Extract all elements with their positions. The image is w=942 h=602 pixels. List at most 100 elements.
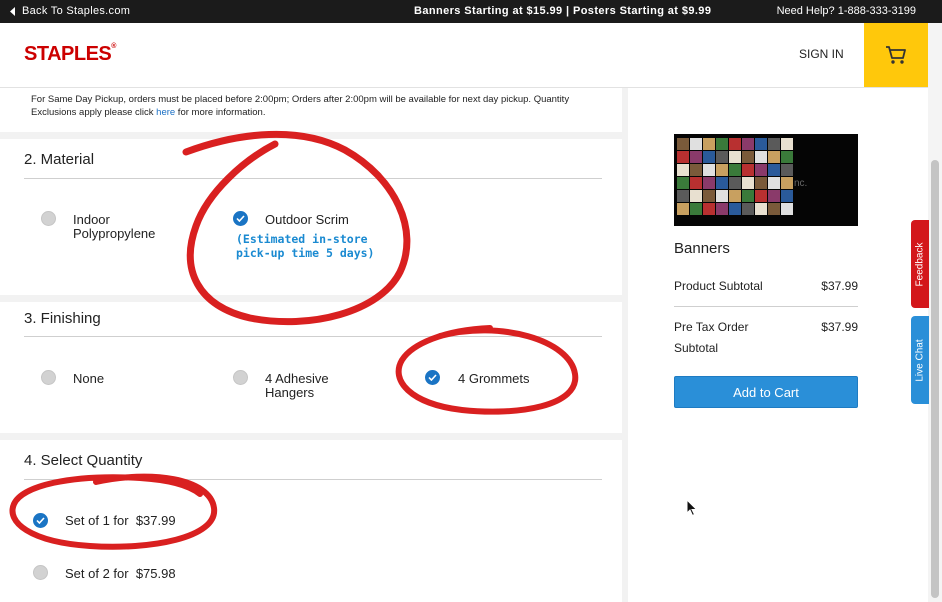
section-divider	[0, 295, 622, 302]
option-label: Outdoor Scrim	[265, 212, 349, 227]
finishing-section-title: 3. Finishing	[24, 310, 101, 327]
radio-checked[interactable]	[425, 370, 440, 385]
preview-tile	[703, 177, 715, 189]
option-label: 4 Adhesive Hangers	[265, 371, 329, 400]
preview-tile	[755, 177, 767, 189]
preview-tile	[716, 203, 728, 215]
preview-tile-grid	[677, 138, 793, 215]
notice-here-link[interactable]: here	[156, 107, 175, 118]
summary-rule	[674, 306, 858, 307]
section-rule	[24, 336, 602, 337]
preview-tile	[690, 190, 702, 202]
scrollbar-thumb[interactable]	[931, 160, 939, 598]
preview-tile	[729, 177, 741, 189]
back-to-staples-link[interactable]: Back To Staples.com	[10, 5, 130, 17]
feedback-label: Feedback	[914, 242, 926, 286]
preview-tile	[716, 190, 728, 202]
preview-tile	[729, 164, 741, 176]
preview-tile	[716, 138, 728, 150]
staples-logo[interactable]: STAPLES®	[24, 43, 116, 66]
preview-tile	[768, 164, 780, 176]
help-phone: Need Help? 1-888-333-3199	[776, 5, 916, 17]
option-label: Set of 1 for $37.99	[65, 513, 176, 528]
row-value: $37.99	[821, 279, 858, 293]
chevron-left-icon	[10, 6, 15, 16]
preview-tile	[742, 151, 754, 163]
preview-tile	[768, 151, 780, 163]
radio-checked[interactable]	[33, 513, 48, 528]
pickup-time-note: (Estimated in-store pick-up time 5 days)	[236, 232, 375, 260]
back-link-label: Back To Staples.com	[22, 5, 131, 17]
preview-faded-text: nc.	[794, 178, 808, 189]
preview-tile	[690, 203, 702, 215]
live-chat-label: Live Chat	[914, 338, 926, 382]
preview-tile	[781, 177, 793, 189]
preview-tile	[703, 164, 715, 176]
preview-tile	[742, 164, 754, 176]
preview-tile	[729, 203, 741, 215]
radio-unchecked[interactable]	[41, 211, 56, 226]
sign-in-link[interactable]: SIGN IN	[799, 47, 844, 61]
preview-tile	[742, 203, 754, 215]
product-subtotal-row: Product Subtotal $37.99	[674, 279, 858, 293]
preview-tile	[690, 177, 702, 189]
preview-tile	[716, 151, 728, 163]
preview-tile	[729, 190, 741, 202]
trademark-mark: ®	[111, 43, 116, 50]
preview-tile	[703, 151, 715, 163]
preview-tile	[781, 151, 793, 163]
preview-tile	[703, 190, 715, 202]
section-divider	[0, 132, 622, 139]
preview-tile	[755, 203, 767, 215]
preview-tile	[716, 177, 728, 189]
preview-tile	[742, 177, 754, 189]
preview-tile	[716, 164, 728, 176]
section-divider	[0, 433, 622, 440]
preview-tile	[677, 138, 689, 150]
preview-tile	[768, 177, 780, 189]
radio-unchecked[interactable]	[33, 565, 48, 580]
checkmark-icon	[428, 374, 437, 381]
radio-unchecked[interactable]	[41, 370, 56, 385]
page-scrollbar[interactable]	[928, 23, 942, 602]
preview-tile	[755, 151, 767, 163]
preview-tile	[768, 190, 780, 202]
live-chat-tab[interactable]: Live Chat	[911, 316, 929, 404]
preview-tile	[703, 203, 715, 215]
preview-tile	[742, 138, 754, 150]
option-label: None	[73, 371, 105, 386]
preview-tile	[729, 151, 741, 163]
order-summary-panel: nc. Banners Product Subtotal $37.99 Pre …	[628, 88, 928, 602]
quantity-section-title: 4. Select Quantity	[24, 452, 143, 469]
cart-button[interactable]	[864, 23, 928, 87]
material-section-title: 2. Material	[24, 151, 95, 168]
row-value: $37.99	[821, 320, 858, 334]
add-to-cart-button[interactable]: Add to Cart	[674, 376, 858, 408]
preview-tile	[677, 151, 689, 163]
preview-tile	[781, 190, 793, 202]
checkmark-icon	[36, 517, 45, 524]
radio-checked[interactable]	[233, 211, 248, 226]
section-rule	[24, 178, 602, 179]
banner-preview-image[interactable]: nc.	[674, 134, 858, 226]
pretax-subtotal-row: Pre Tax Order Subtotal $37.99	[674, 317, 858, 359]
pickup-notice: For Same Day Pickup, orders must be plac…	[31, 94, 570, 118]
mouse-cursor-icon	[686, 499, 698, 517]
preview-tile	[677, 203, 689, 215]
option-label: 4 Grommets	[458, 371, 530, 386]
product-options-panel: For Same Day Pickup, orders must be plac…	[0, 88, 622, 602]
radio-unchecked[interactable]	[233, 370, 248, 385]
cart-icon	[886, 46, 906, 64]
preview-tile	[703, 138, 715, 150]
preview-tile	[781, 203, 793, 215]
product-name: Banners	[674, 240, 730, 257]
preview-tile	[677, 164, 689, 176]
preview-tile	[742, 190, 754, 202]
promo-text: Banners Starting at $15.99 | Posters Sta…	[414, 5, 712, 17]
preview-tile	[755, 164, 767, 176]
preview-tile	[755, 190, 767, 202]
option-label: Set of 2 for $75.98	[65, 566, 176, 581]
feedback-tab[interactable]: Feedback	[911, 220, 929, 308]
row-label: Product Subtotal	[674, 279, 763, 293]
preview-tile	[690, 138, 702, 150]
